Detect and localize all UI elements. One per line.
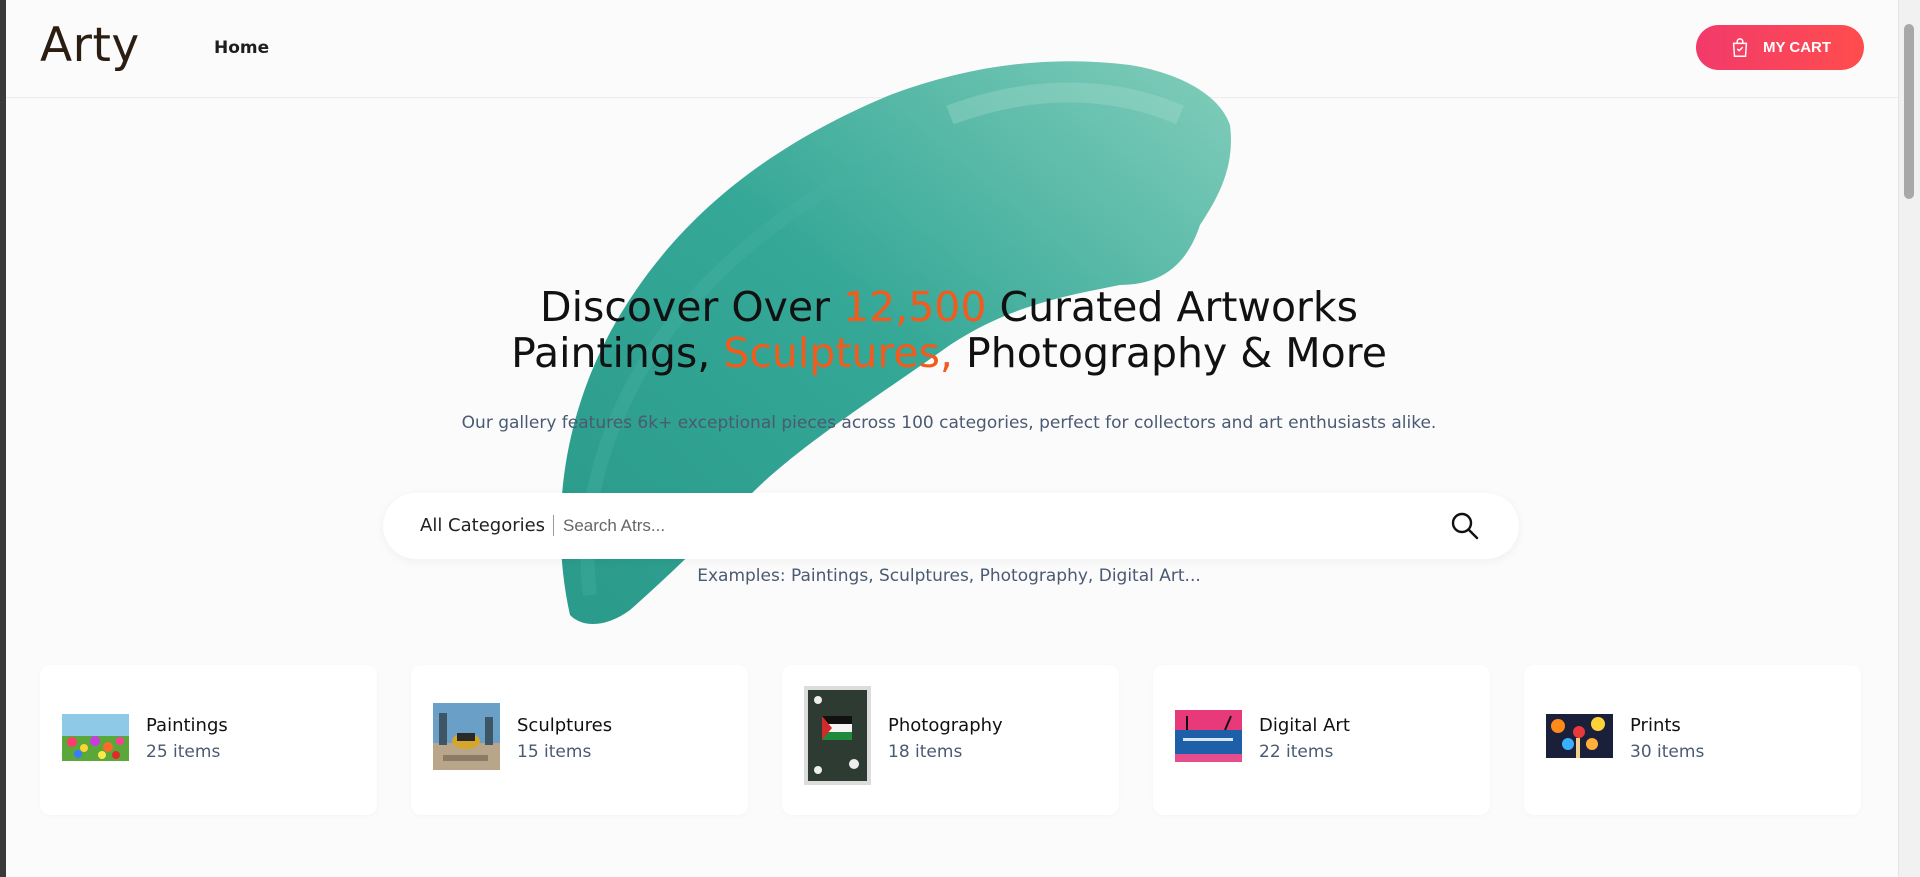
search-icon[interactable] xyxy=(1449,510,1481,542)
my-cart-button[interactable]: MY CART xyxy=(1696,25,1864,70)
category-card-prints[interactable]: Prints 30 items xyxy=(1524,665,1861,815)
category-count: 22 items xyxy=(1259,742,1334,762)
shopping-bag-icon xyxy=(1729,37,1751,59)
category-card-digital-art[interactable]: Digital Art 22 items xyxy=(1153,665,1490,815)
headline-accent-count: 12,500 xyxy=(842,283,987,331)
photography-thumbnail xyxy=(804,686,871,785)
category-count: 18 items xyxy=(888,742,963,762)
headline-line1: Discover Over 12,500 Curated Artworks xyxy=(540,283,1358,331)
window-frame xyxy=(0,0,6,877)
my-cart-label: MY CART xyxy=(1762,39,1832,56)
headline-text: Photography & More xyxy=(952,329,1387,377)
scrollbar-thumb[interactable] xyxy=(1904,24,1914,199)
category-name: Photography xyxy=(888,715,1003,736)
headline-text: Discover Over xyxy=(540,283,843,331)
page-scrollbar[interactable] xyxy=(1898,0,1920,877)
search-examples: Examples: Paintings, Sculptures, Photogr… xyxy=(697,566,1201,586)
category-count: 25 items xyxy=(146,742,221,762)
category-select[interactable]: All Categories xyxy=(420,515,555,536)
category-card-paintings[interactable]: Paintings 25 items xyxy=(40,665,377,815)
category-name: Digital Art xyxy=(1259,715,1350,736)
category-list: Paintings 25 items Sculptures 15 items P… xyxy=(40,665,1862,815)
category-card-sculptures[interactable]: Sculptures 15 items xyxy=(411,665,748,815)
headline-line2: Paintings, Sculptures, Photography & Mor… xyxy=(511,329,1387,377)
prints-thumbnail xyxy=(1546,714,1613,758)
paintings-thumbnail xyxy=(62,714,129,761)
nav-link-home[interactable]: Home xyxy=(214,38,269,58)
hero-headline: Discover Over 12,500 Curated Artworks Pa… xyxy=(0,284,1898,376)
hero-subtitle: Our gallery features 6k+ exceptional pie… xyxy=(461,413,1437,433)
site-logo[interactable]: Arty xyxy=(40,18,140,73)
category-name: Prints xyxy=(1630,715,1681,736)
category-count: 15 items xyxy=(517,742,592,762)
headline-text: Curated Artworks xyxy=(986,283,1358,331)
category-name: Paintings xyxy=(146,715,228,736)
digital-art-thumbnail xyxy=(1175,710,1242,762)
category-name: Sculptures xyxy=(517,715,613,736)
category-count: 30 items xyxy=(1630,742,1705,762)
sculptures-thumbnail xyxy=(433,703,500,770)
search-input[interactable] xyxy=(563,509,1403,543)
headline-accent-sculptures: Sculptures, xyxy=(723,329,953,377)
category-card-photography[interactable]: Photography 18 items xyxy=(782,665,1119,815)
search-bar: All Categories xyxy=(383,493,1519,559)
headline-text: Paintings, xyxy=(511,329,724,377)
